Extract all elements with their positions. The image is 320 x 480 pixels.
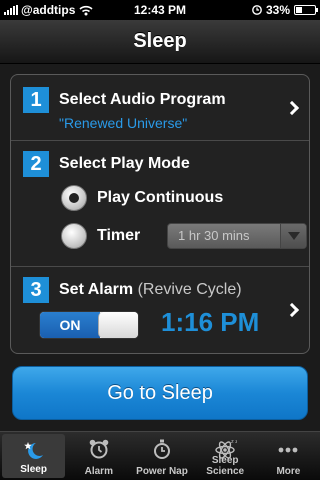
tab-label: Sleep (20, 464, 47, 475)
tab-label: Power Nap (136, 466, 188, 477)
step-number-1: 1 (23, 87, 49, 113)
battery-percent: 33% (265, 3, 290, 17)
battery-icon (294, 5, 318, 15)
select-play-mode-row: 2 Select Play Mode Play Continuous Timer… (11, 141, 309, 267)
dropdown-arrow-icon (280, 224, 306, 248)
select-audio-program-row[interactable]: 1 Select Audio Program "Renewed Universe… (11, 75, 309, 141)
moon-star-icon (23, 442, 43, 459)
set-alarm-row[interactable]: 3 Set Alarm (Revive Cycle) ON 1:16 PM (11, 267, 309, 353)
signal-icon (4, 5, 18, 15)
sleep-settings-panel: 1 Select Audio Program "Renewed Universe… (10, 74, 310, 354)
alarm-title: Set Alarm (59, 281, 134, 298)
timer-label[interactable]: Timer (97, 227, 140, 245)
status-bar: @addtips 12:43 PM 33% (0, 0, 320, 20)
chevron-right-icon (284, 302, 300, 318)
tab-bar: Sleep Alarm Power Nap z z Sleep Science (0, 431, 320, 480)
timer-duration-value: 1 hr 30 mins (178, 228, 250, 243)
alarm-clock-icon (89, 439, 109, 459)
alarm-toggle-label: ON (40, 312, 100, 338)
nav-bar: Sleep (0, 20, 320, 64)
toggle-knob (98, 312, 138, 338)
step-title-alarm: Set Alarm (Revive Cycle) (59, 281, 242, 299)
alarm-subtitle: (Revive Cycle) (137, 281, 242, 298)
stopwatch-icon (154, 439, 170, 459)
page-title: Sleep (133, 30, 187, 52)
tab-alarm[interactable]: Alarm (67, 432, 130, 480)
play-continuous-label[interactable]: Play Continuous (97, 189, 223, 207)
step-number-2: 2 (23, 151, 49, 177)
timer-radio[interactable] (61, 223, 87, 249)
play-continuous-radio[interactable] (61, 185, 87, 211)
tab-label: Alarm (84, 466, 113, 477)
tab-more[interactable]: More (257, 432, 320, 480)
go-to-sleep-button[interactable]: Go to Sleep (12, 366, 308, 420)
svg-text:z z: z z (231, 439, 237, 445)
timer-duration-select[interactable]: 1 hr 30 mins (167, 223, 307, 249)
step-title-play-mode: Select Play Mode (59, 155, 190, 172)
alarm-toggle[interactable]: ON (39, 311, 139, 339)
carrier-name: @addtips (21, 3, 76, 17)
tab-sleep[interactable]: Sleep (2, 434, 66, 478)
status-time: 12:43 PM (133, 3, 187, 17)
tab-sleep-science[interactable]: z z Sleep Science (194, 432, 257, 480)
alarm-time[interactable]: 1:16 PM (161, 307, 259, 338)
tab-label: Sleep Science (206, 455, 245, 477)
tab-power-nap[interactable]: Power Nap (130, 432, 193, 480)
tab-label: More (276, 466, 301, 477)
clock-lock-icon (252, 5, 262, 15)
step-number-3: 3 (23, 277, 49, 303)
wifi-icon (79, 5, 93, 15)
selected-program-name: "Renewed Universe" (59, 115, 188, 131)
more-dots-icon (279, 447, 298, 453)
chevron-right-icon (284, 100, 300, 116)
step-title-audio: Select Audio Program (59, 91, 226, 108)
